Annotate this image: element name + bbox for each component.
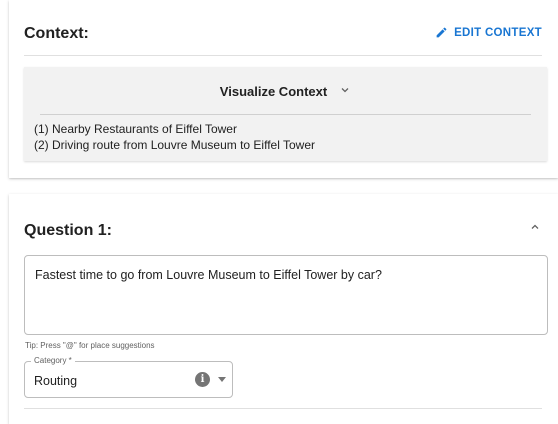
divider <box>24 55 542 56</box>
visualize-context-toggle[interactable]: Visualize Context <box>24 84 547 99</box>
category-value: Routing <box>34 374 78 388</box>
edit-context-button[interactable]: EDIT CONTEXT <box>435 26 542 39</box>
question-card: Question 1: Fastest time to go from Louv… <box>9 194 558 424</box>
list-item: (2) Driving route from Louvre Museum to … <box>34 138 315 152</box>
context-list: (1) Nearby Restaurants of Eiffel Tower (… <box>34 121 315 153</box>
category-label: Category * <box>31 356 75 365</box>
divider <box>40 114 531 115</box>
info-icon[interactable]: i <box>195 372 210 387</box>
collapse-question-button[interactable] <box>524 218 546 240</box>
context-title: Context: <box>24 25 89 42</box>
pencil-icon <box>435 26 448 39</box>
question-textarea[interactable]: Fastest time to go from Louvre Museum to… <box>24 255 548 335</box>
divider <box>24 408 542 409</box>
caret-down-icon <box>218 377 226 382</box>
visualize-context-panel: Visualize Context (1) Nearby Restaurants… <box>24 67 547 161</box>
question-title: Question 1: <box>24 222 113 239</box>
chevron-up-icon <box>529 220 541 238</box>
list-item: (1) Nearby Restaurants of Eiffel Tower <box>34 122 237 136</box>
visualize-context-label: Visualize Context <box>219 84 328 99</box>
chevron-down-icon <box>339 84 351 99</box>
tip-text: Tip: Press "@" for place suggestions <box>25 341 155 350</box>
category-select[interactable]: Category * Routing i <box>24 356 233 398</box>
context-card: Context: EDIT CONTEXT Visualize Context … <box>9 0 558 178</box>
edit-context-label: EDIT CONTEXT <box>454 26 542 39</box>
